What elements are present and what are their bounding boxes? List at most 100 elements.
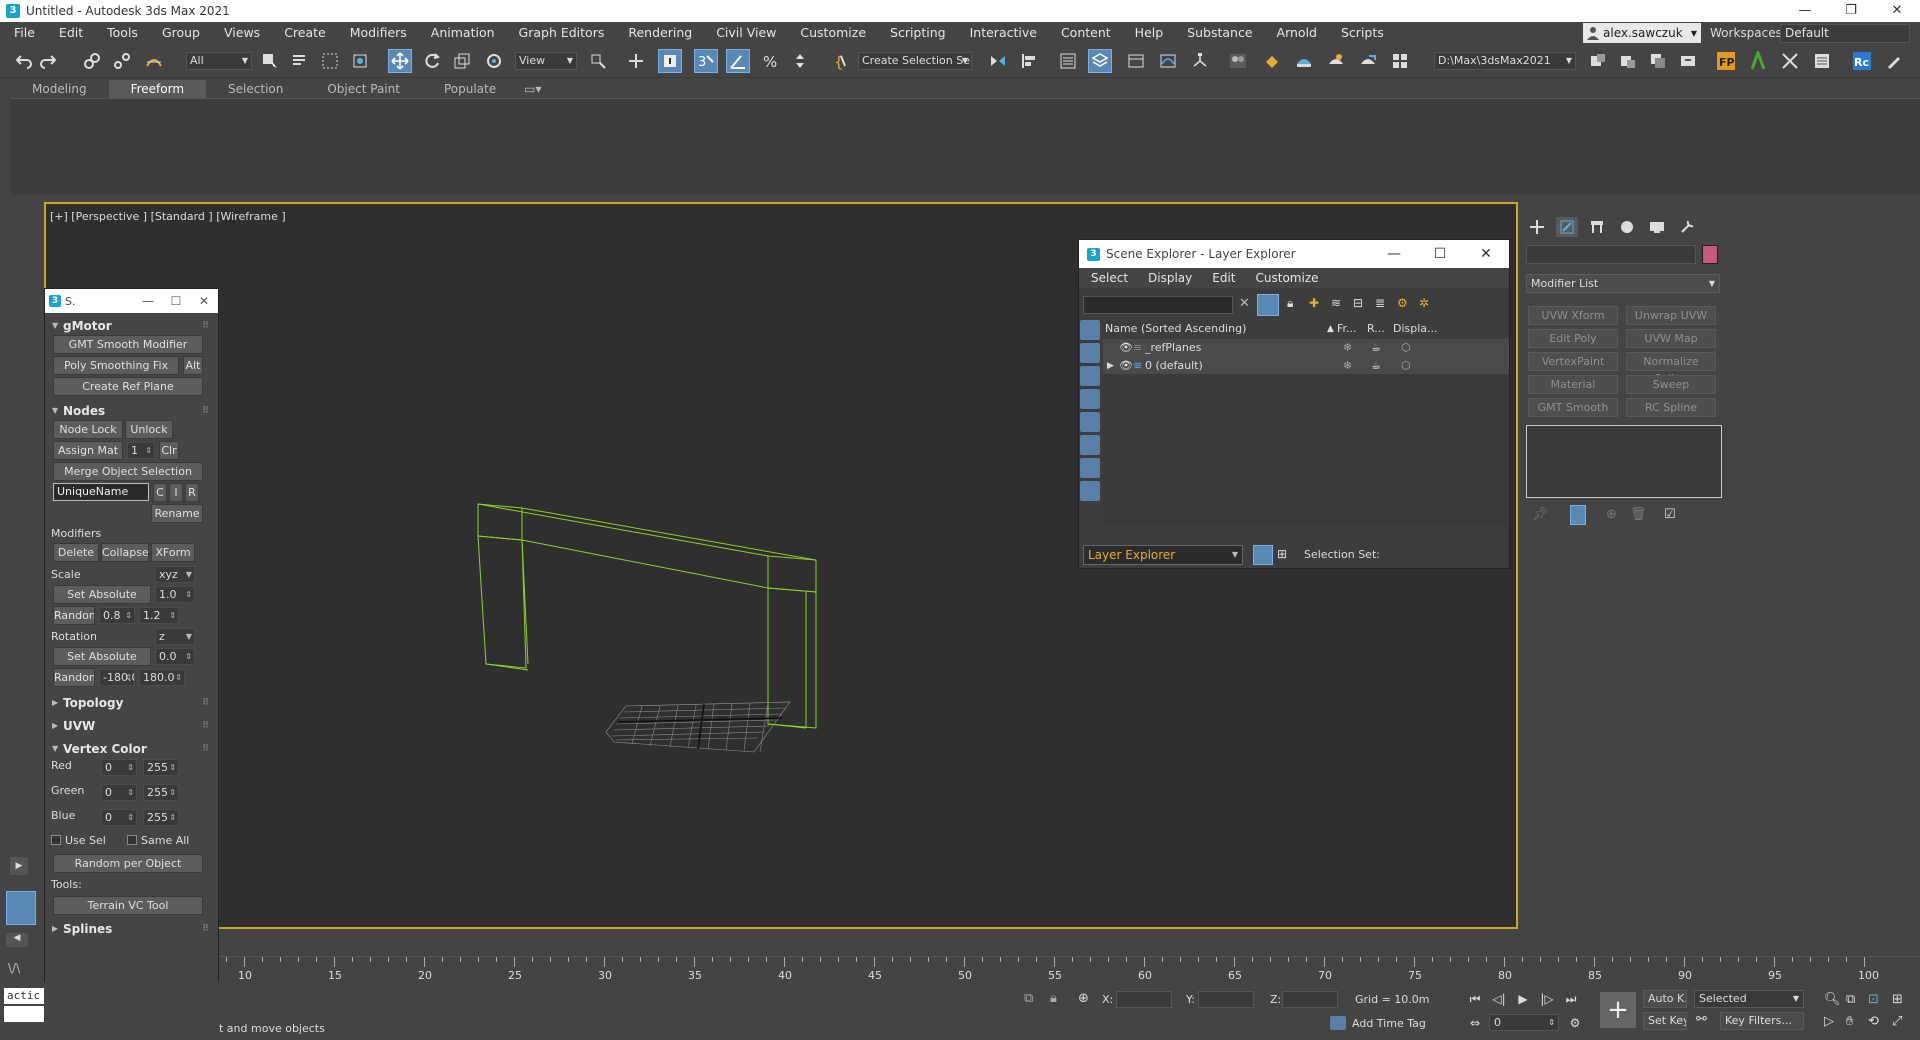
clear-search-icon[interactable]: ✕ bbox=[1239, 296, 1250, 311]
zoom-extents-icon[interactable]: ⊡ bbox=[1868, 992, 1886, 1010]
curve-editor-icon[interactable] bbox=[1156, 49, 1180, 73]
populate-plugin-icon[interactable] bbox=[1746, 49, 1770, 73]
tab-object-paint[interactable]: Object Paint bbox=[305, 80, 422, 98]
set-key-button[interactable]: Set Key bbox=[1643, 1012, 1687, 1030]
table-row[interactable]: ▶ 👁︎ ≋ 0 (default) ❄ ☕︎ ⬡ bbox=[1103, 357, 1509, 375]
key-tangent-icon[interactable]: ⚯ bbox=[1696, 1012, 1707, 1027]
display-tab-icon[interactable] bbox=[1646, 217, 1668, 237]
poly-smoothing-fix-button[interactable]: Poly Smoothing Fix bbox=[53, 356, 179, 375]
filter-groups-icon[interactable] bbox=[1080, 458, 1100, 478]
project-archive-icon[interactable] bbox=[1676, 49, 1700, 73]
project-save-icon[interactable] bbox=[1646, 49, 1670, 73]
menu-edit[interactable]: Edit bbox=[47, 22, 95, 44]
scale-random-button[interactable]: Random bbox=[53, 606, 95, 625]
hierarchy-tab-icon[interactable] bbox=[1586, 217, 1608, 237]
z-coordinate-field[interactable] bbox=[1282, 991, 1338, 1008]
expand-arrow-icon[interactable]: ▶ bbox=[10, 857, 28, 875]
sheet-icon[interactable] bbox=[1810, 49, 1834, 73]
make-unique-icon[interactable]: ⊕ bbox=[1606, 507, 1617, 522]
object-color-swatch[interactable] bbox=[1702, 245, 1718, 264]
create-tab-icon[interactable] bbox=[1526, 217, 1548, 237]
maxscript-output[interactable] bbox=[4, 1006, 44, 1022]
menu-scripting[interactable]: Scripting bbox=[878, 22, 958, 44]
angle-snap-icon[interactable] bbox=[726, 49, 750, 73]
field-of-view-icon[interactable]: ▷ bbox=[1824, 1014, 1842, 1032]
render-gallery-icon[interactable] bbox=[1388, 49, 1412, 73]
explorer-type-dropdown[interactable]: Layer Explorer ▼ bbox=[1083, 545, 1243, 565]
green-max-spinner[interactable]: 255 ⇕ bbox=[143, 784, 179, 801]
rect-selection-region-icon[interactable] bbox=[318, 49, 342, 73]
filter-helpers-icon[interactable] bbox=[1080, 412, 1100, 432]
scene-explorer-toggle-icon[interactable] bbox=[1056, 49, 1080, 73]
project-open-icon[interactable] bbox=[1616, 49, 1640, 73]
uvw-xform-button[interactable]: UVW Xform bbox=[1528, 306, 1618, 325]
r-button[interactable]: R bbox=[185, 483, 199, 502]
select-and-place-icon[interactable] bbox=[482, 49, 506, 73]
se-menu-display[interactable]: Display bbox=[1138, 271, 1202, 285]
gmt-smooth-button[interactable]: GMT Smooth bbox=[1528, 398, 1618, 417]
absolute-mode-icon[interactable]: ⊕ bbox=[1078, 991, 1089, 1006]
maxscript-mini-listener[interactable]: actic bbox=[4, 988, 44, 1004]
maximize-viewport-icon[interactable]: ⤢ bbox=[1892, 1014, 1910, 1032]
add-time-tag[interactable]: Add Time Tag bbox=[1330, 1016, 1426, 1030]
rotation-set-absolute-button[interactable]: Set Absolute bbox=[53, 647, 151, 666]
y-coordinate-field[interactable] bbox=[1198, 991, 1254, 1008]
rollout-gmotor[interactable]: ▼ gMotor ⠿ bbox=[49, 317, 213, 335]
rendered-frame-window-icon[interactable] bbox=[1292, 49, 1316, 73]
reference-coordinate-dropdown[interactable]: View ▼ bbox=[515, 52, 577, 70]
minimize-button[interactable]: — bbox=[1782, 0, 1828, 22]
orbit-icon[interactable]: ⟲ bbox=[1868, 1014, 1886, 1032]
link-icon[interactable] bbox=[80, 49, 104, 73]
go-to-end-icon[interactable]: ⏭ bbox=[1562, 990, 1580, 1008]
menu-modifiers[interactable]: Modifiers bbox=[338, 22, 419, 44]
scene-search-input[interactable] bbox=[1083, 296, 1233, 314]
se-menu-select[interactable]: Select bbox=[1079, 271, 1138, 285]
auto-key-button[interactable]: Auto K... bbox=[1643, 990, 1687, 1008]
zoom-icon[interactable]: 🔍︎ bbox=[1824, 992, 1842, 1010]
pivot-center-icon[interactable] bbox=[586, 49, 610, 73]
unlock-button[interactable]: Unlock bbox=[125, 420, 173, 439]
menu-substance[interactable]: Substance bbox=[1175, 22, 1264, 44]
i-button[interactable]: I bbox=[169, 483, 183, 502]
current-frame-spinner[interactable]: 0 ⇕ bbox=[1489, 1014, 1559, 1031]
workspace-dropdown[interactable]: Default bbox=[1780, 24, 1910, 43]
select-and-rotate-icon[interactable] bbox=[420, 49, 444, 73]
display-box-icon[interactable]: ⬡ bbox=[1401, 339, 1411, 357]
show-end-result-icon[interactable] bbox=[1570, 505, 1586, 525]
rollout-uvw[interactable]: ▶ UVW ⠿ bbox=[49, 717, 213, 735]
unlink-icon[interactable] bbox=[110, 49, 134, 73]
sort-by-layer-icon[interactable] bbox=[1253, 545, 1273, 565]
key-mode-icon[interactable]: ⇔ bbox=[1466, 1014, 1484, 1032]
tab-freeform[interactable]: Freeform bbox=[108, 80, 207, 98]
menu-arnold[interactable]: Arnold bbox=[1265, 22, 1329, 44]
add-layer-icon[interactable]: ✚ bbox=[1309, 296, 1323, 312]
rc-spline-button[interactable]: RC Spline bbox=[1626, 398, 1716, 417]
node-lock-button[interactable]: Node Lock bbox=[53, 420, 123, 439]
select-manipulate-icon[interactable] bbox=[624, 49, 648, 73]
set-keys-button[interactable]: + bbox=[1600, 992, 1636, 1028]
scale-set-absolute-button[interactable]: Set Absolute bbox=[53, 585, 151, 604]
material-button[interactable]: Material bbox=[1528, 375, 1618, 394]
menu-rendering[interactable]: Rendering bbox=[616, 22, 704, 44]
select-object-icon[interactable] bbox=[258, 49, 282, 73]
snaps-toggle-icon[interactable]: 3 bbox=[694, 49, 718, 73]
vertexpaint-button[interactable]: VertexPaint bbox=[1528, 352, 1618, 371]
go-to-start-icon[interactable]: ⏮ bbox=[1466, 990, 1484, 1008]
use-sel-checkbox[interactable]: Use Sel bbox=[51, 834, 106, 847]
blue-max-spinner[interactable]: 255 ⇕ bbox=[143, 809, 179, 826]
align-icon[interactable] bbox=[1018, 49, 1042, 73]
rc-plugin-icon[interactable]: Rc bbox=[1850, 49, 1874, 73]
scale-min-spinner[interactable]: 0.8 ⇕ bbox=[99, 607, 135, 624]
random-per-object-button[interactable]: Random per Object bbox=[53, 854, 203, 873]
modifier-stack-list[interactable] bbox=[1526, 425, 1722, 498]
previous-frame-icon[interactable]: ◁| bbox=[1490, 990, 1508, 1008]
configure-sets-icon[interactable]: ☑ bbox=[1664, 507, 1676, 522]
freeze-snowflake-icon[interactable]: ❄ bbox=[1343, 339, 1352, 357]
menu-help[interactable]: Help bbox=[1123, 22, 1176, 44]
close-button[interactable]: ✕ bbox=[190, 289, 218, 313]
edit-poly-button[interactable]: Edit Poly bbox=[1528, 329, 1618, 348]
se-menu-customize[interactable]: Customize bbox=[1246, 271, 1329, 285]
filter-space-warps-icon[interactable] bbox=[1080, 435, 1100, 455]
rotation-random-button[interactable]: Random bbox=[53, 668, 95, 687]
filter-shapes-icon[interactable] bbox=[1080, 343, 1100, 363]
